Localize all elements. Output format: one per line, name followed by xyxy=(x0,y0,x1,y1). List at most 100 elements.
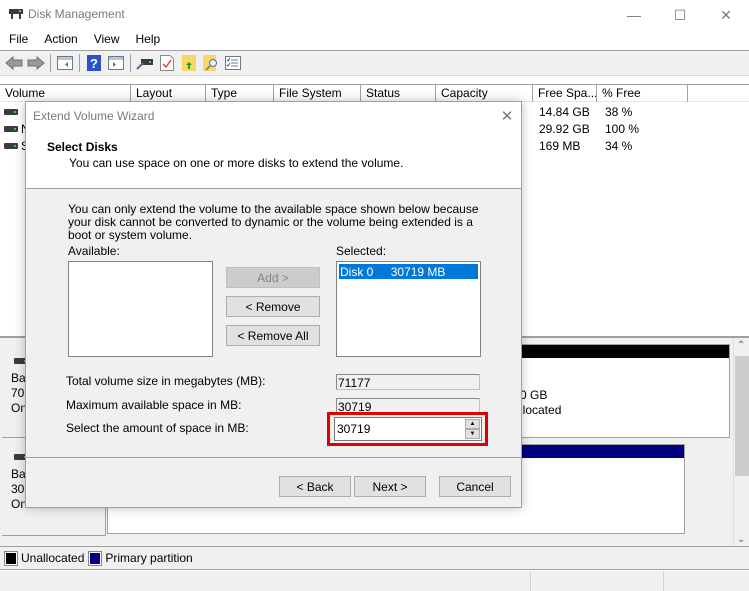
amount-input[interactable] xyxy=(337,422,457,436)
action-pane-button[interactable] xyxy=(105,53,127,73)
add-button[interactable]: Add > xyxy=(226,267,320,288)
partition-status: llocated xyxy=(520,403,562,417)
available-disks-list[interactable] xyxy=(68,261,213,357)
volume-percent-free: 38 % xyxy=(605,105,633,119)
show-hide-console-tree-icon xyxy=(57,56,73,70)
help-button[interactable]: ? xyxy=(83,53,105,73)
search-folder-icon xyxy=(203,55,217,71)
spin-up-button[interactable]: ▲ xyxy=(465,419,480,429)
total-size-label: Total volume size in megabytes (MB): xyxy=(66,374,266,388)
column-capacity[interactable]: Capacity xyxy=(436,85,533,102)
toolbar-separator xyxy=(50,54,51,72)
selected-disk-size: 30719 MB xyxy=(390,265,446,279)
wizard-title: Extend Volume Wizard xyxy=(33,109,155,123)
properties-button[interactable] xyxy=(222,53,244,73)
vertical-scrollbar[interactable]: ⌃ ⌄ xyxy=(733,338,749,548)
window-title: Disk Management xyxy=(28,7,125,21)
connect-drive-icon xyxy=(136,59,153,70)
search-folder-button[interactable] xyxy=(200,53,222,73)
check-button[interactable] xyxy=(156,53,178,73)
volume-free-space: 169 MB xyxy=(539,139,581,153)
back-arrow-icon xyxy=(5,56,23,70)
partition-size: 0 GB xyxy=(520,388,548,402)
menu-help[interactable]: Help xyxy=(128,30,169,50)
column-filler xyxy=(688,85,749,102)
step-title: Select Disks xyxy=(47,140,118,154)
column-volume[interactable]: Volume xyxy=(0,85,131,102)
status-segment xyxy=(663,571,749,591)
back-button[interactable] xyxy=(3,53,25,73)
selected-disks-list[interactable]: Disk 0 30719 MB xyxy=(336,261,481,357)
legend-primary-partition: Primary partition xyxy=(105,551,193,565)
volume-free-space: 14.84 GB xyxy=(539,105,590,119)
open-folder-up-icon xyxy=(182,55,196,71)
volume-percent-free: 100 % xyxy=(605,122,640,136)
primary-partition-swatch xyxy=(88,550,103,566)
spin-down-button[interactable]: ▼ xyxy=(465,429,480,439)
max-space-label: Maximum available space in MB: xyxy=(66,398,242,412)
explanation-text: You can only extend the volume to the av… xyxy=(68,202,479,242)
help-icon: ? xyxy=(87,55,101,71)
volume-drive-icon xyxy=(4,126,18,132)
menu-bar: File Action View Help xyxy=(0,30,749,50)
properties-list-icon xyxy=(225,56,241,70)
toolbar-separator xyxy=(79,54,80,72)
selected-label: Selected: xyxy=(336,244,387,258)
spin-up-icon: ▲ xyxy=(469,421,476,427)
scroll-down-icon[interactable]: ⌄ xyxy=(737,534,745,545)
column-file-system[interactable]: File System xyxy=(274,85,361,102)
folder-up-button[interactable] xyxy=(178,53,200,73)
column-type[interactable]: Type xyxy=(206,85,274,102)
menu-action[interactable]: Action xyxy=(36,30,85,50)
remove-button[interactable]: < Remove xyxy=(226,296,320,317)
volume-drive-icon xyxy=(4,143,18,149)
volume-percent-free: 34 % xyxy=(605,139,633,153)
minimize-button[interactable]: — xyxy=(611,0,657,30)
column-percent-free[interactable]: % Free xyxy=(597,85,688,102)
step-subtitle: You can use space on one or more disks t… xyxy=(69,156,404,170)
total-size-value: 71177 xyxy=(336,374,480,390)
scrollbar-thumb[interactable] xyxy=(735,356,749,476)
console-tree-button[interactable] xyxy=(54,53,76,73)
forward-button[interactable] xyxy=(25,53,47,73)
available-label: Available: xyxy=(68,244,120,258)
column-status[interactable]: Status xyxy=(361,85,436,102)
menu-view[interactable]: View xyxy=(86,30,128,50)
selected-disk-item[interactable]: Disk 0 30719 MB xyxy=(339,264,478,279)
spin-down-icon: ▼ xyxy=(469,431,476,437)
scroll-up-icon[interactable]: ⌃ xyxy=(737,340,745,351)
next-button[interactable]: Next > xyxy=(354,476,426,497)
extend-volume-wizard: Extend Volume Wizard ✕ Select Disks You … xyxy=(25,101,522,508)
amount-spinbox: ▲ ▼ xyxy=(334,417,482,441)
wizard-header: Extend Volume Wizard ✕ Select Disks You … xyxy=(26,102,521,189)
remove-all-button[interactable]: < Remove All xyxy=(226,325,320,346)
selected-disk-name: Disk 0 xyxy=(340,265,374,279)
legend-unallocated: Unallocated xyxy=(21,551,85,565)
legend: Unallocated Primary partition xyxy=(0,546,749,570)
volume-free-space: 29.92 GB xyxy=(539,122,590,136)
toolbar: ? xyxy=(0,50,749,76)
column-layout[interactable]: Layout xyxy=(131,85,206,102)
column-free-space[interactable]: Free Spa... xyxy=(533,85,597,102)
menu-file[interactable]: File xyxy=(0,30,36,50)
amount-label: Select the amount of space in MB: xyxy=(66,421,249,435)
cancel-button[interactable]: Cancel xyxy=(439,476,511,497)
back-button[interactable]: < Back xyxy=(279,476,351,497)
forward-arrow-icon xyxy=(27,56,45,70)
volume-drive-icon xyxy=(4,109,18,115)
title-bar: Disk Management — ☐ ✕ xyxy=(0,0,749,30)
wizard-divider xyxy=(26,457,521,458)
maximize-icon: ☐ xyxy=(673,6,687,23)
close-button[interactable]: ✕ xyxy=(703,0,749,30)
check-properties-icon xyxy=(160,55,174,71)
disk-management-icon xyxy=(9,9,23,19)
wizard-close-button[interactable]: ✕ xyxy=(496,105,518,127)
minimize-icon: — xyxy=(627,7,641,23)
close-icon: ✕ xyxy=(500,108,514,125)
svg-text:?: ? xyxy=(90,56,98,71)
show-hide-action-pane-icon xyxy=(108,56,124,70)
connect-button[interactable] xyxy=(134,53,156,73)
unallocated-swatch xyxy=(4,550,18,566)
maximize-button[interactable]: ☐ xyxy=(657,0,703,30)
close-icon: ✕ xyxy=(720,6,732,23)
